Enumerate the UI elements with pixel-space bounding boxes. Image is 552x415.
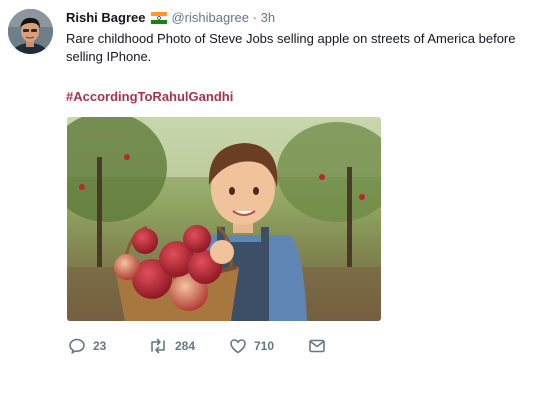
meta-separator: ·	[252, 10, 257, 25]
like-button[interactable]: 710	[229, 336, 274, 356]
retweet-icon	[151, 338, 165, 354]
heart-icon	[230, 339, 246, 354]
tweet-header: Rishi Bagree @rishibagree · 3h	[66, 10, 275, 28]
hashtag-link[interactable]: #AccordingToRahulGandhi	[66, 89, 233, 104]
user-handle[interactable]: @rishibagree	[171, 10, 249, 25]
reply-count: 23	[93, 339, 107, 353]
envelope-icon	[309, 339, 325, 353]
reply-button[interactable]: 23	[68, 336, 106, 356]
timestamp[interactable]: 3h	[261, 10, 275, 25]
photo-image	[67, 117, 381, 321]
like-count: 710	[254, 339, 275, 353]
avatar-image	[8, 9, 53, 54]
display-name[interactable]: Rishi Bagree	[66, 10, 145, 25]
direct-message-button[interactable]	[308, 336, 326, 356]
reply-icon	[69, 338, 85, 354]
tweet-photo[interactable]	[67, 117, 381, 321]
tweet-text: Rare childhood Photo of Steve Jobs selli…	[66, 31, 516, 64]
retweet-count: 284	[175, 339, 196, 353]
tweet-card: Rishi Bagree @rishibagree · 3h Rare chil…	[0, 0, 552, 415]
retweet-button[interactable]: 284	[148, 336, 195, 356]
india-flag-icon	[151, 12, 168, 24]
avatar[interactable]	[8, 9, 53, 54]
